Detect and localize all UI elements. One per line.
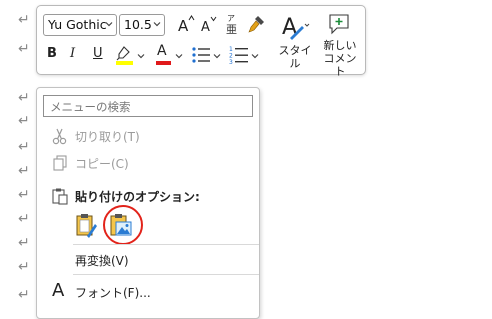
svg-text:ア: ア (227, 14, 235, 23)
paste-keep-formatting-icon[interactable] (73, 212, 99, 238)
chevron-down-icon[interactable] (175, 52, 183, 60)
phonetic-guide-icon[interactable]: ア 亜 (224, 12, 242, 36)
paragraph-mark: ↵ (18, 41, 30, 57)
font-size-combo[interactable]: 10.5 (119, 14, 165, 36)
svg-text:3: 3 (229, 59, 233, 65)
styles-icon[interactable]: A (280, 12, 310, 40)
new-comment-label: 新しい コメント (321, 39, 359, 78)
font-icon: A (52, 280, 65, 301)
paste-options-header: 貼り付けのオプション: (37, 185, 259, 207)
menu-item-copy[interactable]: コピー(C) (37, 152, 259, 174)
format-painter-icon[interactable] (247, 14, 267, 34)
styles-label: スタイル (278, 44, 312, 70)
paragraph-mark: ↵ (18, 90, 30, 106)
paragraph-mark: ↵ (18, 12, 30, 28)
paragraph-mark: ↵ (18, 187, 30, 203)
chevron-down-icon[interactable] (137, 52, 145, 60)
new-comment-line2: コメント (323, 52, 357, 78)
font-color-button[interactable]: A (157, 43, 167, 59)
menu-search-placeholder: メニューの検索 (50, 100, 131, 114)
menu-item-copy-label: コピー(C) (75, 157, 129, 171)
menu-separator (73, 274, 259, 275)
paragraph-mark: ↵ (18, 211, 30, 227)
svg-text:亜: 亜 (226, 23, 237, 36)
clipboard-icon (52, 188, 68, 205)
menu-separator (73, 244, 259, 245)
svg-text:A: A (178, 17, 189, 34)
paragraph-mark: ↵ (18, 163, 30, 179)
paragraph-mark: ↵ (18, 235, 30, 251)
shrink-font-icon[interactable]: A (200, 14, 218, 34)
menu-item-reconvert-label: 再変換(V) (75, 254, 129, 268)
paragraph-mark: ↵ (18, 287, 30, 303)
grow-font-icon[interactable]: A (177, 14, 195, 34)
new-comment-icon[interactable] (327, 12, 351, 36)
scissors-icon (52, 128, 67, 145)
mini-toolbar: Yu Gothic 10.5 A A ア 亜 A スタイル 新しい コメント B (36, 5, 366, 78)
font-name-combo[interactable]: Yu Gothic (43, 14, 117, 36)
numbering-icon[interactable]: 1 2 3 (229, 45, 249, 65)
highlight-circle (103, 205, 143, 245)
chevron-down-icon[interactable] (213, 52, 221, 60)
menu-item-cut[interactable]: 切り取り(T) (37, 125, 259, 147)
context-menu: メニューの検索 切り取り(T) コピー(C) 貼り付けのオプション: 再変換(V… (36, 87, 260, 319)
paste-options-label: 貼り付けのオプション: (75, 190, 200, 204)
text-highlight-icon[interactable] (115, 44, 135, 66)
underline-button[interactable]: U (93, 46, 103, 61)
chevron-down-icon[interactable] (251, 52, 259, 60)
font-color-bar (156, 61, 171, 65)
bullets-icon[interactable] (191, 46, 211, 64)
menu-search-input[interactable]: メニューの検索 (43, 95, 253, 117)
font-size-value: 10.5 (124, 17, 152, 32)
menu-item-cut-label: 切り取り(T) (75, 130, 140, 144)
font-name-value: Yu Gothic (48, 17, 107, 32)
paragraph-mark: ↵ (18, 113, 30, 129)
menu-item-font-label: フォント(F)... (75, 286, 151, 300)
paragraph-mark: ↵ (18, 139, 30, 155)
copy-icon (53, 155, 67, 171)
paragraph-mark: ↵ (18, 259, 30, 275)
chevron-down-icon (153, 22, 161, 27)
new-comment-line1: 新しい (323, 39, 357, 52)
menu-item-font[interactable]: A フォント(F)... (37, 280, 259, 303)
chevron-down-icon (105, 22, 113, 27)
svg-text:A: A (201, 20, 210, 34)
italic-button[interactable]: I (70, 46, 75, 61)
menu-item-reconvert[interactable]: 再変換(V) (37, 249, 259, 271)
bold-button[interactable]: B (47, 46, 57, 61)
